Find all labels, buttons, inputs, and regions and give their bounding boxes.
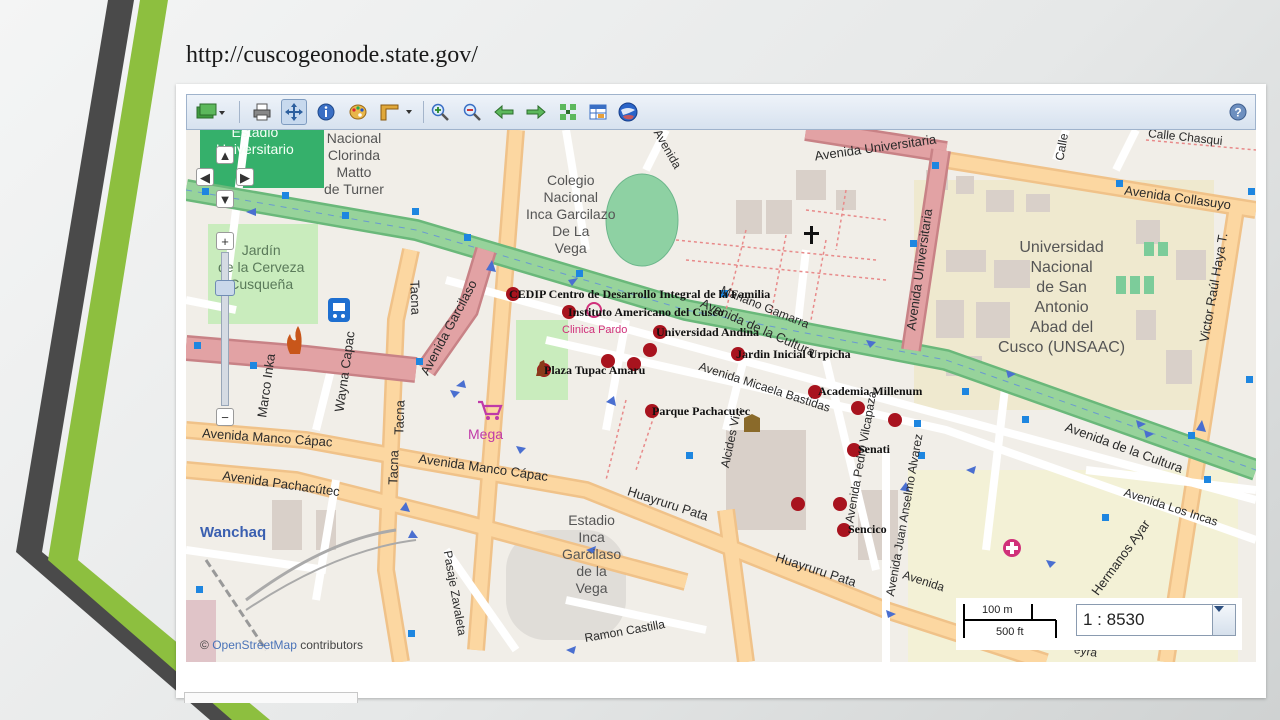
zoom-in-button[interactable] <box>427 99 453 125</box>
map-toolbar: ? <box>186 94 1256 130</box>
scale-imperial: 500 ft <box>996 626 1024 638</box>
palette-icon <box>349 104 367 120</box>
layers-icon <box>196 103 225 119</box>
style-button[interactable] <box>345 99 371 125</box>
back-button[interactable] <box>491 99 517 125</box>
measure-menu-button[interactable] <box>377 99 417 125</box>
pan-left-button[interactable]: ◀ <box>196 168 214 186</box>
osm-link[interactable]: OpenStreetMap <box>212 638 297 652</box>
place-label: Colegio Nacional Inca Garcilazo De La Ve… <box>526 172 616 256</box>
pan-button[interactable] <box>281 99 307 125</box>
minus-icon: − <box>221 409 229 425</box>
bus-station-icon <box>328 298 350 322</box>
info-button[interactable] <box>313 99 339 125</box>
info-icon <box>317 103 335 121</box>
poi-label[interactable]: Plaza Tupac Amaru <box>544 363 645 378</box>
pan-down-button[interactable]: ▼ <box>216 190 234 208</box>
poi-label[interactable]: Academia Millenum <box>818 384 922 399</box>
layers-menu-button[interactable] <box>193 99 229 125</box>
help-icon: ? <box>1229 103 1247 121</box>
google-earth-button[interactable] <box>615 99 641 125</box>
zoom-slider-handle[interactable] <box>215 280 235 296</box>
place-label: Nacional Clorinda Matto de Turner <box>324 130 384 197</box>
table-button[interactable] <box>585 99 611 125</box>
help-button[interactable]: ? <box>1225 99 1251 125</box>
print-button[interactable] <box>249 99 275 125</box>
hospital-icon <box>1003 539 1021 557</box>
pan-up-button[interactable]: ▲ <box>216 146 234 164</box>
street-label: Tacna <box>407 279 424 316</box>
zoom-out-icon <box>463 103 481 121</box>
zoom-extent-icon <box>560 104 576 120</box>
poi-label[interactable]: Instituto Americano del Cusco <box>568 305 724 320</box>
slide-url-caption: http://cuscogeonode.state.gov/ <box>186 42 478 68</box>
globe-icon <box>618 102 638 122</box>
scale-panel: 100 m 500 ft 1 : 8530 <box>956 598 1242 650</box>
zoom-in-icon <box>431 103 449 121</box>
poi-label[interactable]: Sencico <box>848 522 887 537</box>
zoom-extent-button[interactable] <box>555 99 581 125</box>
pan-icon <box>285 103 303 121</box>
arrow-left-icon <box>494 104 514 120</box>
bottom-panel-tab[interactable] <box>184 692 358 703</box>
poi-label[interactable]: CEDIP Centro de Desarrollo Integral de l… <box>509 287 770 302</box>
place-label: Clinica Pardo <box>562 324 628 336</box>
chevron-up-icon: ▲ <box>218 147 232 163</box>
street-label: Tacna <box>391 399 408 436</box>
chevron-left-icon: ◀ <box>200 169 210 185</box>
place-label: Mega <box>468 426 504 442</box>
table-icon <box>589 104 607 120</box>
scale-metric: 100 m <box>982 604 1013 616</box>
zoom-out-map-button[interactable]: − <box>216 408 234 426</box>
chevron-right-icon: ▶ <box>240 169 250 185</box>
scale-value: 1 : 8530 <box>1083 610 1145 629</box>
forward-button[interactable] <box>523 99 549 125</box>
map-attribution: © OpenStreetMap contributors <box>200 638 363 652</box>
plus-icon: + <box>221 233 229 249</box>
zoom-in-map-button[interactable]: + <box>216 232 234 250</box>
poi-label[interactable]: Parque Pachacutec <box>652 404 750 419</box>
chevron-down-icon: ▼ <box>218 191 232 207</box>
chevron-down-icon <box>1214 606 1224 612</box>
zoom-out-button[interactable] <box>459 99 485 125</box>
map-viewport[interactable]: Avenida Universitaria Avenida Universita… <box>186 130 1256 662</box>
scale-dropdown-button[interactable] <box>1212 605 1235 635</box>
svg-text:?: ? <box>1234 106 1241 120</box>
poi-label[interactable]: Senati <box>858 442 890 457</box>
place-label: Universidad Nacional de San Antonio Abad… <box>998 239 1126 356</box>
pan-right-button[interactable]: ▶ <box>236 168 254 186</box>
place-label: Wanchaq <box>200 524 267 541</box>
poi-label[interactable]: Universidad Andina <box>656 325 759 340</box>
zoom-slider-track[interactable] <box>221 252 229 406</box>
printer-icon <box>253 103 271 121</box>
place-label: Estadio Inca Garcilaso de la Vega <box>562 512 622 596</box>
street-label: Tacna <box>385 449 402 486</box>
ruler-icon <box>380 104 412 121</box>
poi-label[interactable]: Jardin Inicial Urpicha <box>736 347 851 362</box>
scale-select[interactable]: 1 : 8530 <box>1076 604 1236 636</box>
arrow-right-icon <box>526 104 546 120</box>
